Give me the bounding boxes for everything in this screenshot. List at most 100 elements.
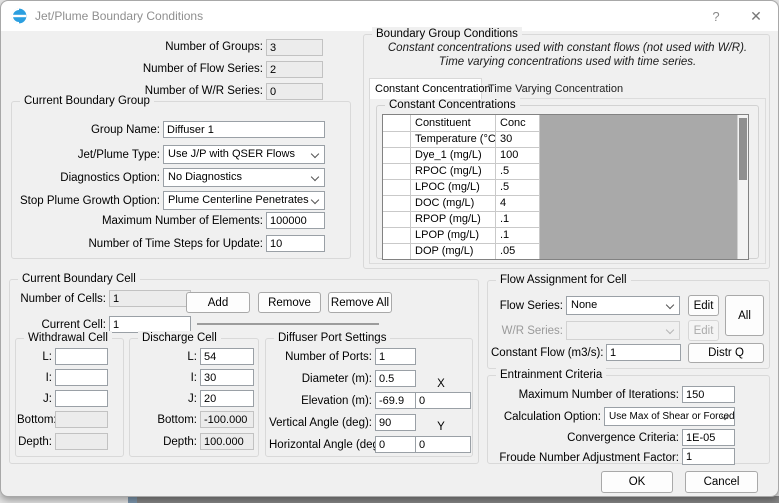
table-row[interactable]: RPOP (mg/L) .1 <box>383 212 540 228</box>
max-iterations-label: Maximum Number of Iterations: <box>518 389 679 401</box>
row-selector[interactable] <box>383 196 411 212</box>
jet-plume-type-dropdown[interactable]: Use J/P with QSER Flows <box>163 145 325 164</box>
diameter-label: Diameter (m): <box>301 373 372 385</box>
withdrawal-l-input[interactable] <box>55 348 108 365</box>
table-corner-cell <box>383 115 411 132</box>
discharge-i-input[interactable] <box>200 369 254 386</box>
help-button[interactable]: ? <box>701 5 731 27</box>
withdrawal-depth-label: Depth: <box>18 436 52 448</box>
discharge-j-label: J: <box>188 393 197 405</box>
y-offset-label: Y <box>437 421 445 433</box>
table-row[interactable]: Dye_1 (mg/L) 100 <box>383 148 540 164</box>
background-strip-dark <box>137 496 779 503</box>
withdrawal-j-label: J: <box>43 393 52 405</box>
remove-button[interactable]: Remove <box>258 292 321 313</box>
diffuser-port-settings-title: Diffuser Port Settings <box>274 331 391 345</box>
number-of-ports-label: Number of Ports: <box>285 351 372 363</box>
table-row[interactable]: DOP (mg/L) .05 <box>383 244 540 259</box>
cell-constituent[interactable]: DOC (mg/L) <box>411 196 496 212</box>
convergence-criteria-input[interactable] <box>682 429 735 446</box>
table-scrollbar[interactable] <box>737 115 748 259</box>
all-button[interactable]: All <box>725 295 764 336</box>
discharge-j-input[interactable] <box>200 390 254 407</box>
row-selector[interactable] <box>383 212 411 228</box>
cell-constituent[interactable]: RPOC (mg/L) <box>411 164 496 180</box>
table-row[interactable]: RPOC (mg/L) .5 <box>383 164 540 180</box>
cell-constituent[interactable]: LPOP (mg/L) <box>411 228 496 244</box>
time-steps-input[interactable] <box>266 235 325 252</box>
remove-all-button[interactable]: Remove All <box>328 292 392 313</box>
row-selector[interactable] <box>383 148 411 164</box>
cell-conc[interactable]: .05 <box>496 244 540 259</box>
cell-conc[interactable]: 4 <box>496 196 540 212</box>
wr-series-edit-button: Edit <box>688 320 719 341</box>
distr-q-button[interactable]: Distr Q <box>688 343 764 363</box>
window-title: Jet/Plume Boundary Conditions <box>35 9 204 23</box>
table-row[interactable]: LPOC (mg/L) .5 <box>383 180 540 196</box>
number-of-wr-series-input[interactable] <box>266 83 323 100</box>
horizontal-angle-input[interactable] <box>375 436 416 453</box>
table-row[interactable]: Temperature (°C) 30 <box>383 132 540 148</box>
tab-time-varying-concentration[interactable]: Time Varying Concentration <box>483 79 629 98</box>
max-iterations-input[interactable] <box>682 386 735 403</box>
row-selector[interactable] <box>383 132 411 148</box>
cell-constituent[interactable]: Dye_1 (mg/L) <box>411 148 496 164</box>
stop-plume-growth-label: Stop Plume Growth Option: <box>20 195 160 207</box>
cell-conc[interactable]: .5 <box>496 180 540 196</box>
cancel-button[interactable]: Cancel <box>685 471 758 493</box>
flow-series-label: Flow Series: <box>499 300 563 312</box>
cell-conc[interactable]: .1 <box>496 228 540 244</box>
y-offset-input[interactable] <box>415 436 471 453</box>
number-of-flow-series-input[interactable] <box>266 61 323 78</box>
group-name-input[interactable] <box>163 121 325 138</box>
cell-divider <box>197 323 379 325</box>
elevation-input[interactable] <box>375 392 416 409</box>
cell-conc[interactable]: .1 <box>496 212 540 228</box>
calculation-option-label: Calculation Option: <box>503 411 601 423</box>
discharge-depth-input <box>200 433 254 450</box>
number-of-cells-label: Number of Cells: <box>20 293 106 305</box>
x-offset-input[interactable] <box>415 392 471 409</box>
constant-concentrations-table[interactable]: Constituent Conc Temperature (°C) 30 Dye… <box>382 114 749 260</box>
close-button[interactable]: ✕ <box>741 5 771 27</box>
discharge-l-input[interactable] <box>200 348 254 365</box>
number-of-ports-input[interactable] <box>375 348 416 365</box>
cell-conc[interactable]: 100 <box>496 148 540 164</box>
flow-series-edit-button[interactable]: Edit <box>688 295 719 316</box>
constant-flow-input[interactable] <box>606 344 681 361</box>
cell-constituent[interactable]: RPOP (mg/L) <box>411 212 496 228</box>
flow-series-dropdown[interactable]: None <box>566 296 680 315</box>
withdrawal-i-input[interactable] <box>55 369 108 386</box>
background-strip-blue <box>128 496 137 503</box>
froude-factor-input[interactable] <box>682 448 735 465</box>
jet-plume-type-label: Jet/Plume Type: <box>77 149 160 161</box>
number-of-cells-input[interactable] <box>109 290 191 307</box>
flow-assignment-title: Flow Assignment for Cell <box>496 273 631 287</box>
row-selector[interactable] <box>383 180 411 196</box>
table-row[interactable]: DOC (mg/L) 4 <box>383 196 540 212</box>
withdrawal-l-label: L: <box>42 351 52 363</box>
cell-constituent[interactable]: LPOC (mg/L) <box>411 180 496 196</box>
cell-conc[interactable]: .5 <box>496 164 540 180</box>
table-row[interactable]: LPOP (mg/L) .1 <box>383 228 540 244</box>
cell-constituent[interactable]: DOP (mg/L) <box>411 244 496 259</box>
ok-button[interactable]: OK <box>601 471 673 493</box>
number-of-groups-input[interactable] <box>266 39 323 56</box>
diameter-input[interactable] <box>375 370 416 387</box>
stop-plume-growth-dropdown[interactable]: Plume Centerline Penetrates <box>163 191 325 210</box>
cell-constituent[interactable]: Temperature (°C) <box>411 132 496 148</box>
entrainment-criteria-title: Entrainment Criteria <box>496 368 607 382</box>
note-line-1: Constant concentrations used with consta… <box>387 42 748 54</box>
table-scrollbar-thumb[interactable] <box>739 118 747 180</box>
vertical-angle-input[interactable] <box>375 414 416 431</box>
max-elements-input[interactable] <box>266 212 325 229</box>
row-selector[interactable] <box>383 244 411 259</box>
withdrawal-j-input[interactable] <box>55 390 108 407</box>
calculation-option-dropdown[interactable]: Use Max of Shear or Forced <box>604 407 735 426</box>
tab-constant-concentration[interactable]: Constant Concentration <box>369 78 491 99</box>
row-selector[interactable] <box>383 164 411 180</box>
diagnostics-option-dropdown[interactable]: No Diagnostics <box>163 168 325 187</box>
row-selector[interactable] <box>383 228 411 244</box>
add-button[interactable]: Add <box>186 292 250 313</box>
cell-conc[interactable]: 30 <box>496 132 540 148</box>
